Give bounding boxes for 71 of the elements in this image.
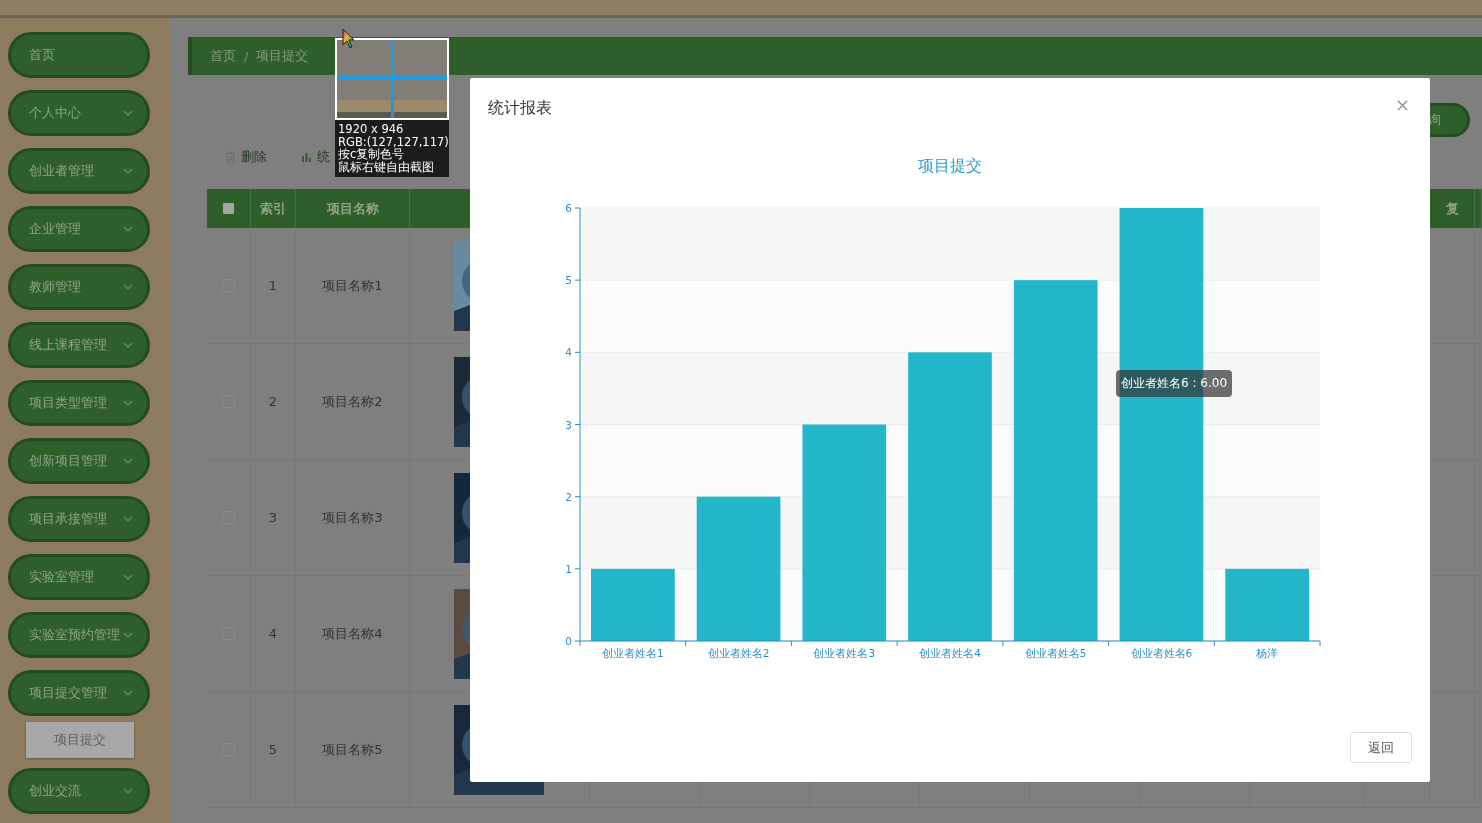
x-tick-label: 杨洋 xyxy=(1256,647,1279,659)
x-tick-label: 创业者姓名4 xyxy=(919,647,981,659)
y-tick-label: 2 xyxy=(565,490,572,503)
chart-title: 项目提交 xyxy=(918,156,982,175)
back-button[interactable]: 返回 xyxy=(1350,732,1412,763)
sidebar-item[interactable]: 项目类型管理 xyxy=(8,380,150,426)
sidebar-item[interactable]: 个人中心 xyxy=(8,90,150,136)
table-cell: 项目名称2 xyxy=(322,392,383,411)
chevron-down-icon xyxy=(123,110,133,116)
chevron-down-icon xyxy=(123,574,133,580)
trash-icon xyxy=(225,151,236,163)
sidebar-subitem[interactable]: 项目提交 xyxy=(26,722,134,758)
chevron-down-icon xyxy=(123,168,133,174)
sidebar-item[interactable]: 企业管理 xyxy=(8,206,150,252)
sidebar-item[interactable]: 项目承接管理 xyxy=(8,496,150,542)
breadcrumb-separator: / xyxy=(244,48,249,64)
column-header: 复 xyxy=(1445,199,1459,218)
info-text: 1920 x 946 xyxy=(338,123,405,136)
sidebar-item[interactable]: 创业者管理 xyxy=(8,148,150,194)
x-tick-label: 创业者姓名1 xyxy=(602,647,664,659)
table-cell: 2 xyxy=(268,394,278,409)
chevron-down-icon xyxy=(123,400,133,406)
sidebar-item[interactable]: 创业交流 xyxy=(8,768,150,814)
delete-button[interactable]: 删除 xyxy=(225,148,267,166)
info-text: RGB:(127,127,117) xyxy=(338,135,446,148)
sidebar-item[interactable]: 线上课程管理 xyxy=(8,322,150,368)
x-tick-label: 创业者姓名2 xyxy=(707,647,770,659)
info-text: 按c复制色号 xyxy=(338,148,406,161)
y-tick-label: 5 xyxy=(565,274,572,287)
breadcrumb-link[interactable]: 项目提交 xyxy=(256,47,309,65)
y-tick-label: 1 xyxy=(565,562,572,575)
breadcrumb-link[interactable]: 首页 xyxy=(210,47,236,65)
table-cell: 3 xyxy=(268,510,278,525)
y-tick-label: 0 xyxy=(565,635,572,647)
y-tick-label: 3 xyxy=(565,418,572,431)
table-cell: 项目名称5 xyxy=(322,740,383,759)
sidebar-item[interactable]: 创新项目管理 xyxy=(8,438,150,484)
chevron-down-icon xyxy=(123,788,133,794)
column-header: 项目名称 xyxy=(326,199,379,218)
chevron-down-icon xyxy=(123,458,133,464)
table-cell: 项目名称4 xyxy=(322,624,383,643)
chevron-down-icon xyxy=(123,342,133,348)
table-cell: 1 xyxy=(268,278,278,293)
chevron-down-icon xyxy=(123,690,133,696)
chevron-down-icon xyxy=(123,284,133,290)
table-cell: 5 xyxy=(268,742,278,757)
chevron-down-icon xyxy=(123,516,133,522)
x-tick-label: 创业者姓名6 xyxy=(1130,647,1193,659)
table-cell: 项目名称3 xyxy=(322,508,383,527)
sidebar-item[interactable]: 实验室预约管理 xyxy=(8,612,150,658)
x-tick-label: 创业者姓名3 xyxy=(813,647,876,659)
select-all-checkbox[interactable] xyxy=(223,203,234,214)
y-tick-label: 6 xyxy=(565,202,572,214)
sidebar-item[interactable]: 教师管理 xyxy=(8,264,150,310)
column-header: 索引 xyxy=(260,199,286,218)
chevron-down-icon xyxy=(123,632,133,638)
x-tick-label: 创业者姓名5 xyxy=(1024,647,1087,659)
sidebar-item[interactable]: 实验室管理 xyxy=(8,554,150,600)
chevron-down-icon xyxy=(123,226,133,232)
cursor-icon xyxy=(342,28,356,50)
statistics-button[interactable]: 统 xyxy=(301,148,330,166)
dialog-title: 统计报表 xyxy=(488,97,552,119)
close-button[interactable]: × xyxy=(1394,93,1410,115)
bar-chart-icon xyxy=(301,151,312,163)
info-text: 鼠标右键自由截图 xyxy=(338,160,435,173)
chart-tooltip: 创业者姓名6 : 6.00 xyxy=(1116,370,1233,397)
sidebar-item[interactable]: 首页 xyxy=(8,32,150,78)
y-tick-label: 4 xyxy=(565,346,572,359)
table-cell: 4 xyxy=(268,626,278,641)
sidebar-item[interactable]: 项目提交管理 xyxy=(8,670,150,716)
table-cell: 项目名称1 xyxy=(322,276,383,295)
